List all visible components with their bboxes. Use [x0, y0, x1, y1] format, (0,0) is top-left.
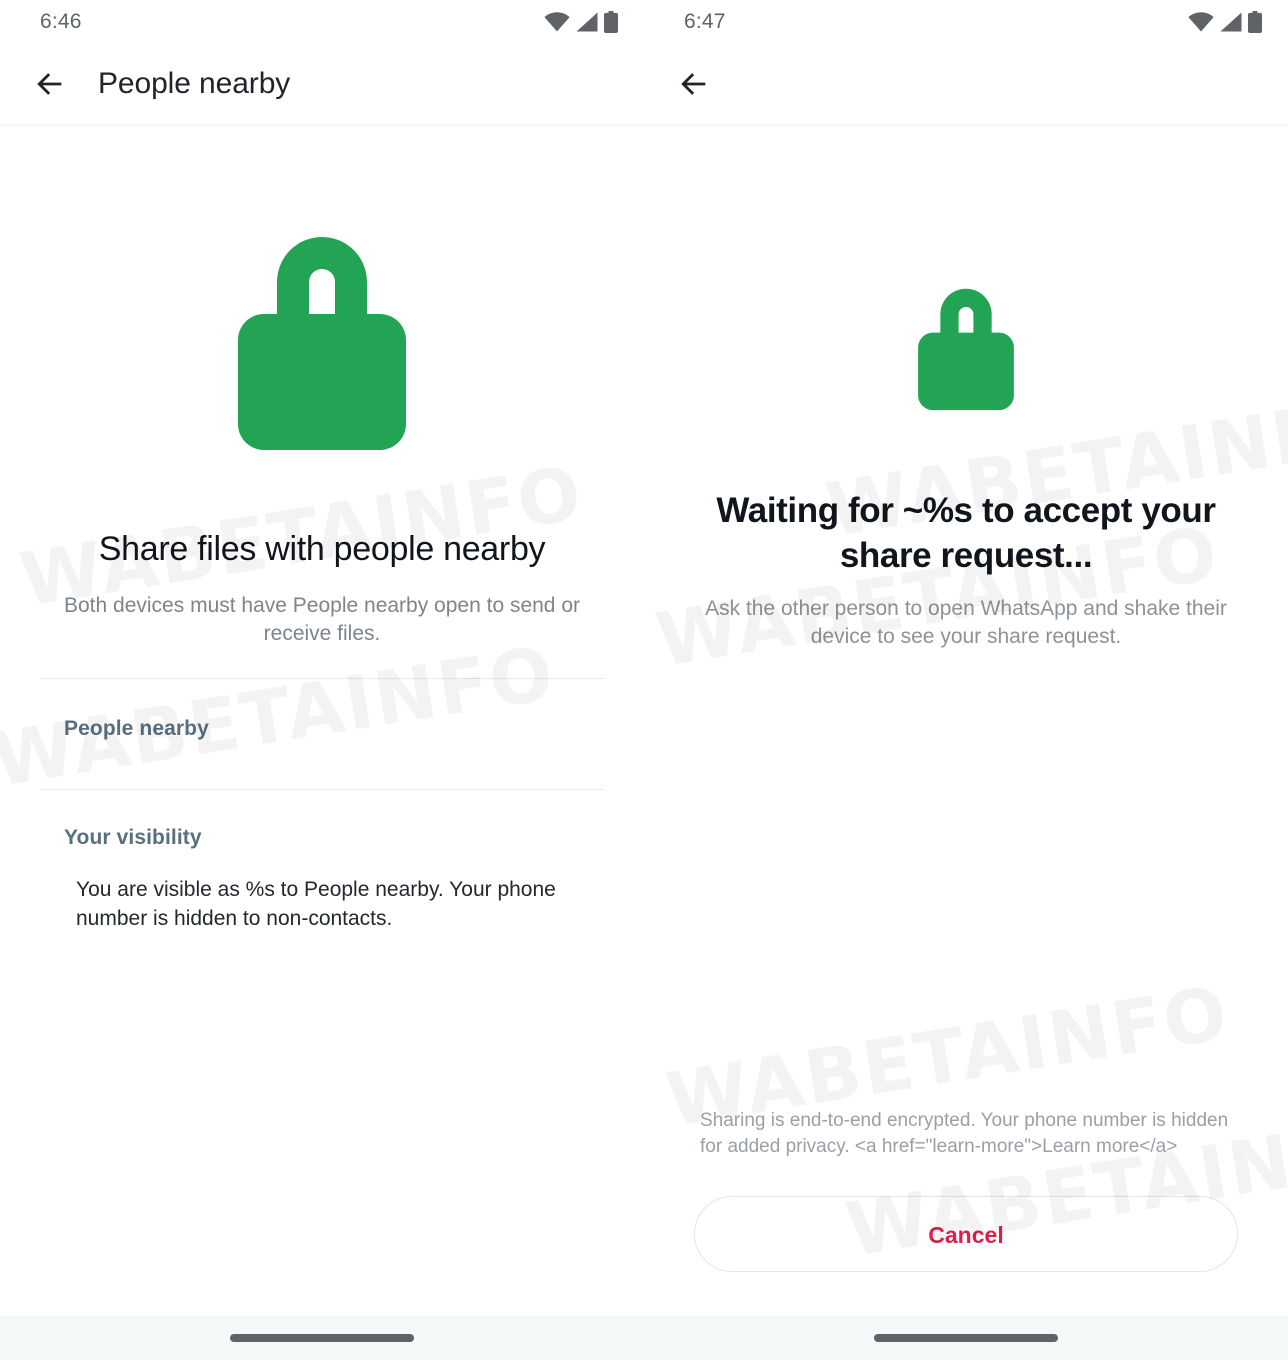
wifi-icon — [1188, 12, 1214, 32]
dual-screenshot-container: 6:46 People nearby Share files with peop… — [0, 0, 1288, 1360]
visibility-description: You are visible as %s to People nearby. … — [76, 878, 556, 931]
lock-illustration-small — [644, 279, 1288, 413]
cellular-signal-icon — [1219, 12, 1243, 32]
page-title: People nearby — [98, 67, 291, 100]
hero-title: Share files with people nearby — [98, 530, 546, 568]
battery-icon — [1248, 11, 1262, 33]
gesture-nav-bar-right — [644, 1316, 1288, 1360]
encryption-note: Sharing is end-to-end encrypted. Your ph… — [700, 1109, 1229, 1157]
back-arrow-icon — [677, 67, 711, 101]
app-bar — [644, 44, 1288, 127]
gesture-nav-bar-left — [0, 1316, 644, 1360]
main-content-left: WABETAINFO WABETAINFO Share files with p… — [0, 124, 644, 1316]
section-header-people-nearby: People nearby — [64, 717, 209, 741]
back-button[interactable] — [24, 58, 76, 110]
status-bar-icons — [544, 11, 618, 33]
home-indicator[interactable] — [874, 1334, 1058, 1342]
status-bar-clock: 6:47 — [684, 10, 726, 33]
wifi-icon — [544, 12, 570, 32]
lock-illustration-large — [0, 220, 644, 455]
status-bar-clock: 6:46 — [40, 10, 82, 33]
back-button[interactable] — [668, 58, 720, 110]
hero-subtitle: Both devices must have People nearby ope… — [64, 593, 580, 646]
battery-icon — [604, 11, 618, 33]
app-bar: People nearby — [0, 44, 644, 127]
waiting-title: Waiting for ~%s to accept your share req… — [716, 491, 1216, 575]
phone-screen-people-nearby: 6:46 People nearby Share files with peop… — [0, 0, 644, 1360]
status-bar: 6:47 — [644, 0, 1288, 44]
main-content-right: WABETAINFO WABETAINFO WABETAINFO WABETAI… — [644, 124, 1288, 1316]
waiting-subtitle: Ask the other person to open WhatsApp an… — [705, 596, 1227, 648]
lock-icon — [232, 220, 412, 455]
home-indicator[interactable] — [230, 1334, 414, 1342]
back-arrow-icon — [33, 67, 67, 101]
footer-area: Sharing is end-to-end encrypted. Your ph… — [644, 1108, 1288, 1272]
status-bar: 6:46 — [0, 0, 644, 44]
section-header-your-visibility: Your visibility — [64, 826, 202, 850]
cellular-signal-icon — [575, 12, 599, 32]
status-bar-icons — [1188, 11, 1262, 33]
cancel-button[interactable]: Cancel — [694, 1196, 1238, 1272]
phone-screen-waiting: 6:47 WABETA — [644, 0, 1288, 1360]
lock-icon — [914, 279, 1018, 413]
